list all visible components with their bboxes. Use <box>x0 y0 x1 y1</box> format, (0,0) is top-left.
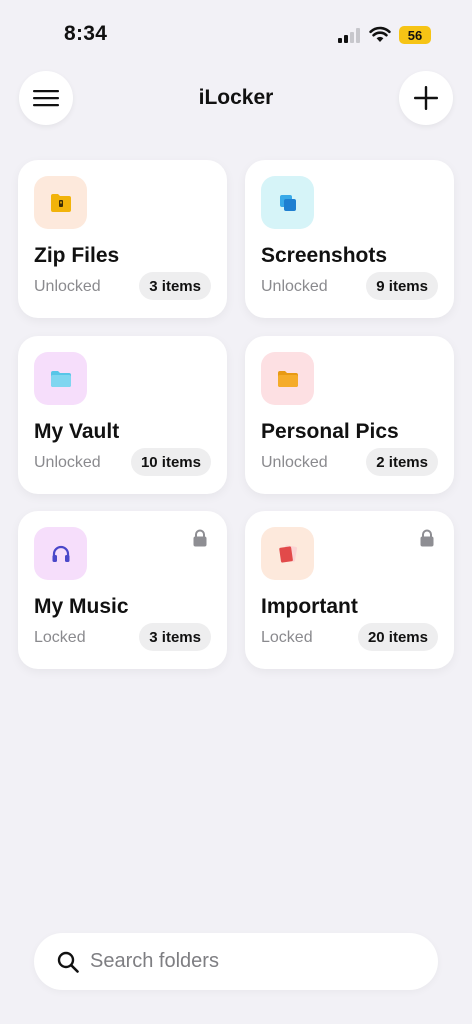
cellular-signal-icon <box>338 28 362 43</box>
important-doc-icon <box>278 544 297 563</box>
folder-icon-box <box>34 527 87 580</box>
status-time: 8:34 <box>64 22 108 45</box>
screenshots-icon <box>279 194 296 211</box>
headphones-icon <box>52 545 69 562</box>
lock-icon <box>193 529 207 547</box>
folder-status: Unlocked <box>34 278 101 295</box>
folder-card-my-vault[interactable]: My Vault Unlocked 10 items <box>18 336 227 494</box>
search-input[interactable] <box>90 950 390 973</box>
folder-name: My Music <box>34 595 129 618</box>
folder-card-screenshots[interactable]: Screenshots Unlocked 9 items <box>245 160 454 318</box>
folder-icon-box <box>261 527 314 580</box>
item-count-badge: 3 items <box>139 272 211 300</box>
folder-icon-box <box>34 176 87 229</box>
wifi-icon <box>369 26 391 42</box>
battery-indicator: 56 <box>399 26 431 44</box>
item-count-badge: 10 items <box>130 448 211 476</box>
folder-icon <box>50 370 71 387</box>
folder-name: Personal Pics <box>261 420 399 443</box>
search-icon <box>57 951 79 973</box>
item-count-badge: 2 items <box>366 448 438 476</box>
folder-icon-box <box>261 352 314 405</box>
folder-card-zip-files[interactable]: Zip Files Unlocked 3 items <box>18 160 227 318</box>
lock-icon <box>420 529 434 547</box>
folder-name: Zip Files <box>34 244 120 267</box>
folder-icon-box <box>261 176 314 229</box>
folder-name: Important <box>261 595 358 618</box>
folder-status: Unlocked <box>261 454 328 471</box>
folder-icon <box>277 370 298 387</box>
folder-card-personal-pics[interactable]: Personal Pics Unlocked 2 items <box>245 336 454 494</box>
folder-status: Locked <box>261 629 313 646</box>
folder-card-my-music[interactable]: My Music Locked 3 items <box>18 511 227 669</box>
folder-status: Unlocked <box>261 278 328 295</box>
folder-icon-box <box>34 352 87 405</box>
item-count-badge: 9 items <box>366 272 438 300</box>
folder-status: Locked <box>34 629 86 646</box>
folder-card-important[interactable]: Important Locked 20 items <box>245 511 454 669</box>
item-count-badge: 3 items <box>139 623 211 651</box>
zip-folder-icon <box>50 193 71 212</box>
folder-name: My Vault <box>34 420 120 443</box>
add-folder-button[interactable] <box>399 71 453 125</box>
plus-icon <box>414 86 438 110</box>
search-bar[interactable] <box>34 933 438 990</box>
status-bar: 8:34 56 <box>0 0 472 70</box>
folder-name: Screenshots <box>261 244 388 267</box>
folder-status: Unlocked <box>34 454 101 471</box>
item-count-badge: 20 items <box>357 623 438 651</box>
